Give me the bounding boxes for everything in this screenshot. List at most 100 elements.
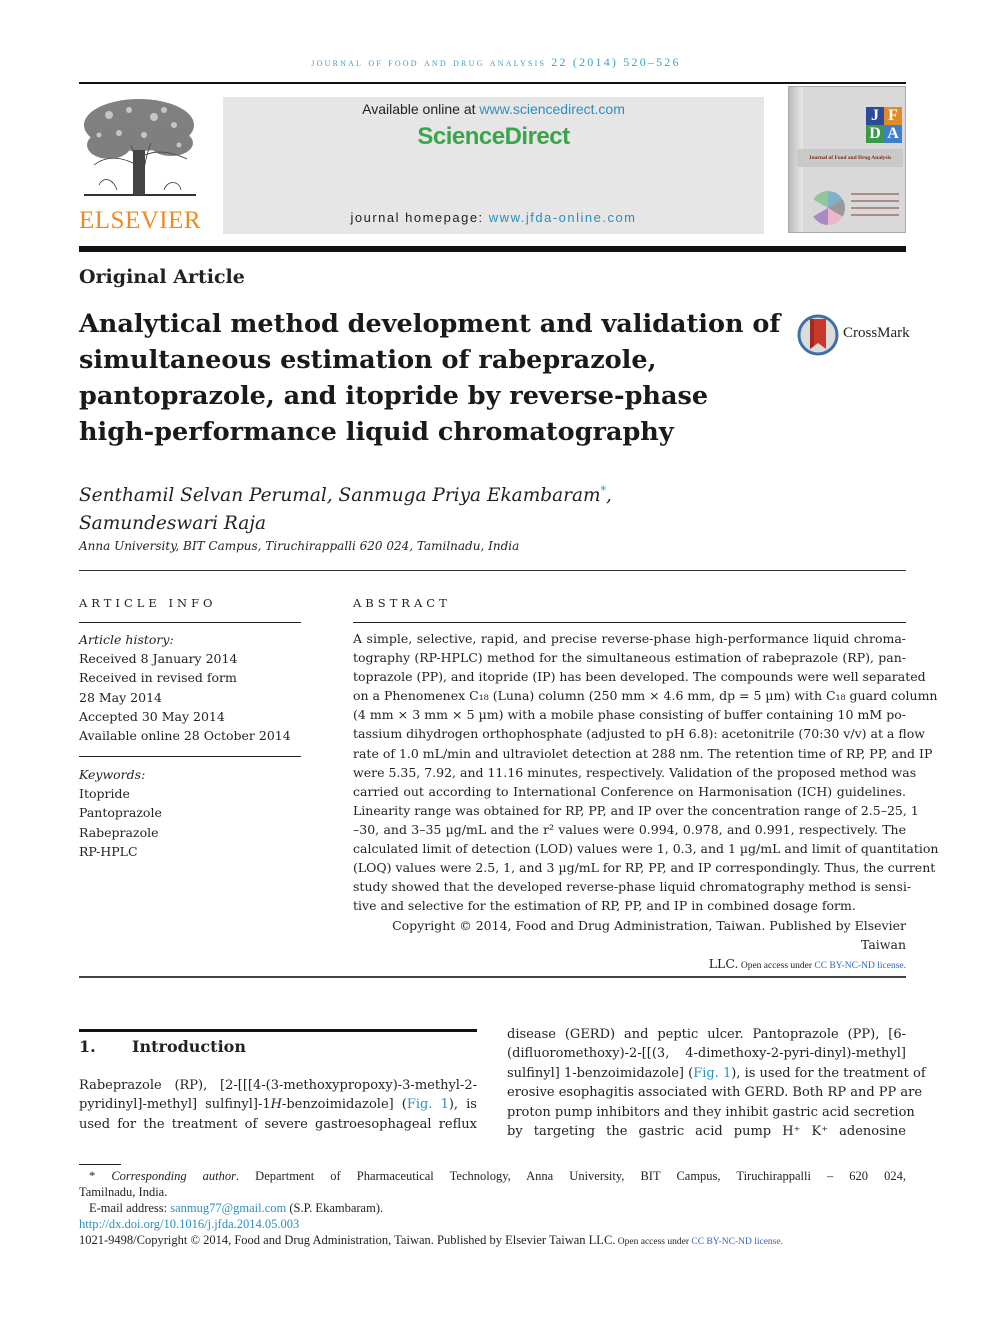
abstract-heading: ABSTRACT: [353, 596, 451, 610]
history-item: Received 8 January 2014: [79, 651, 238, 667]
journal-homepage-link[interactable]: www.jfda-online.com: [489, 210, 637, 225]
fig-1-link[interactable]: Fig. 1: [693, 1066, 731, 1081]
divider: [79, 622, 301, 623]
open-access-text: Open access under: [738, 961, 815, 972]
email-footnote: E-mail address: sanmug77@gmail.com (S.P.…: [79, 1200, 906, 1216]
masthead-rule: [79, 246, 906, 252]
intro-rule: [79, 1029, 477, 1032]
journal-homepage: journal homepage: www.jfda-online.com: [223, 210, 764, 225]
footnotes: * Corresponding author. Department of Ph…: [79, 1168, 906, 1250]
abstract-line: tassium dihydrogen orthophosphate (adjus…: [353, 726, 925, 742]
title-line: pantoprazole, and itopride by reverse-ph…: [79, 381, 709, 411]
cover-letter-j: J: [866, 107, 884, 125]
article-type: Original Article: [79, 266, 245, 288]
section-heading-introduction: 1. Introduction: [79, 1037, 246, 1056]
section-number: 1.: [79, 1037, 96, 1056]
article-history: Article history: Received 8 January 2014…: [79, 630, 291, 745]
divider: [79, 570, 906, 571]
abstract-line: A simple, selective, rapid, and precise …: [353, 631, 906, 646]
body-line: proton pump inhibitors and they inhibit …: [507, 1104, 915, 1120]
keyword: Pantoprazole: [79, 805, 162, 821]
keyword: Itopride: [79, 786, 130, 802]
sciencedirect-link[interactable]: www.sciencedirect.com: [479, 101, 625, 117]
abstract-line: carried out according to International C…: [353, 783, 906, 799]
body-line: Rabeprazole (RP), [2-[[[4-(3-methoxyprop…: [79, 1078, 477, 1093]
copyright-line: LLC.: [708, 956, 739, 972]
abstract-line: on a Phenomenex C₁₈ (Luna) column (250 m…: [353, 688, 938, 704]
corresponding-text-cont: Tamilnadu, India.: [79, 1185, 168, 1199]
affiliation: Anna University, BIT Campus, Tiruchirapp…: [79, 539, 520, 553]
elsevier-logo[interactable]: ELSEVIER: [79, 95, 201, 235]
email-label: E-mail address:: [89, 1201, 171, 1215]
abstract-line: Linearity range was obtained for RP, PP,…: [353, 802, 919, 818]
footnote-marker: *: [89, 1169, 96, 1183]
tree-icon: [84, 99, 196, 196]
homepage-prefix: journal homepage:: [350, 210, 489, 225]
section-title: Introduction: [132, 1037, 246, 1056]
keywords: Keywords: Itopride Pantoprazole Rabepraz…: [79, 765, 162, 861]
license-link[interactable]: CC BY-NC-ND license.: [814, 961, 906, 971]
body-line: erosive esophagitis associated with GERD…: [507, 1085, 923, 1101]
cover-title-band: Journal of Food and Drug Analysis: [797, 149, 903, 167]
email-link[interactable]: sanmug77@gmail.com: [170, 1201, 286, 1215]
cover-letter-f: F: [884, 107, 902, 125]
abstract-line: toprazole (PP), and itopride (IP) has be…: [353, 669, 926, 685]
keyword: Rabeprazole: [79, 824, 159, 840]
body-line: (difluoromethoxy)-2-[[(3, 4-dimethoxy-2-…: [507, 1046, 906, 1062]
abstract-line: were 5.35, 7.92, and 11.16 minutes, resp…: [353, 764, 917, 780]
history-item: Available online 28 October 2014: [79, 728, 291, 744]
issn-copyright: 1021-9498/Copyright © 2014, Food and Dru…: [79, 1232, 906, 1250]
available-online-text: Available online at www.sciencedirect.co…: [223, 101, 764, 117]
sciencedirect-banner: Available online at www.sciencedirect.co…: [223, 97, 764, 234]
doi-link[interactable]: http://dx.doi.org/10.1016/j.jfda.2014.05…: [79, 1216, 906, 1232]
divider: [353, 622, 906, 623]
issn-copyright-text: 1021-9498/Copyright © 2014, Food and Dru…: [79, 1233, 616, 1247]
title-line: simultaneous estimation of rabeprazole,: [79, 345, 657, 375]
body-line: used for the treatment of severe gastroe…: [79, 1116, 477, 1132]
crossmark-button[interactable]: CrossMark: [797, 313, 910, 357]
title-line: Analytical method development and valida…: [79, 309, 781, 339]
abstract-line: tive and selective for the estimation of…: [353, 898, 856, 914]
abstract-body: A simple, selective, rapid, and precise …: [353, 629, 939, 915]
abstract-line: (4 mm × 3 mm × 5 µm) with a mobile phase…: [353, 707, 906, 723]
fig-1-link[interactable]: Fig. 1: [407, 1097, 449, 1112]
corresponding-footnote: * Corresponding author. Department of Ph…: [79, 1168, 906, 1184]
journal-cover-thumbnail[interactable]: J F D A Journal of Food and Drug Analysi…: [788, 86, 906, 233]
abstract-line: calculated limit of detection (LOD) valu…: [353, 841, 939, 857]
section-divider: [79, 976, 906, 978]
intro-right-column: disease (GERD) and peptic ulcer. Pantopr…: [507, 1025, 926, 1141]
body-line: by targeting the gastric acid pump H⁺ K⁺…: [507, 1124, 906, 1140]
title-line: high-performance liquid chromatography: [79, 417, 674, 447]
running-head: Journal of Food and Drug Analysis 22 (20…: [311, 55, 681, 69]
cover-letter-a: A: [884, 125, 902, 143]
authors-line: Samundeswari Raja: [79, 513, 267, 535]
authors-comma: ,: [606, 485, 612, 507]
divider: [79, 756, 301, 757]
crossmark-icon: [797, 314, 839, 356]
authors-line: Senthamil Selvan Perumal, Sanmuga Priya …: [79, 485, 601, 507]
history-item: Accepted 30 May 2014: [79, 708, 225, 724]
crossmark-label: CrossMark: [843, 325, 910, 341]
license-link[interactable]: CC BY-NC-ND license.: [691, 1237, 783, 1247]
cover-graphic: [811, 191, 845, 225]
body-line: sulfinyl] 1-benzoimidazole] (Fig. 1), is…: [507, 1065, 926, 1081]
cover-toc-lines: [851, 193, 899, 221]
header-rule: [79, 82, 906, 84]
open-access-text: Open access under: [615, 1237, 692, 1247]
history-label: Article history:: [79, 632, 174, 647]
corresponding-label: Corresponding author: [111, 1169, 236, 1183]
email-owner: (S.P. Ekambaram).: [286, 1201, 384, 1215]
copyright-line: Copyright © 2014, Food and Drug Administ…: [392, 918, 906, 953]
abstract-line: –30, and 3–35 µg/mL and the r² values we…: [353, 821, 906, 837]
intro-left-column: Rabeprazole (RP), [2-[[[4-(3-methoxyprop…: [79, 1076, 477, 1134]
article-info-heading: ARTICLE INFO: [79, 596, 217, 610]
abstract-copyright: Copyright © 2014, Food and Drug Administ…: [353, 916, 906, 976]
corresponding-text: . Department of Pharmaceutical Technolog…: [235, 1169, 907, 1183]
history-item: 28 May 2014: [79, 689, 162, 705]
history-item: Received in revised form: [79, 670, 237, 686]
elsevier-wordmark: ELSEVIER: [79, 207, 202, 234]
keyword: RP-HPLC: [79, 843, 138, 859]
sciencedirect-logo[interactable]: ScienceDirect: [223, 123, 764, 151]
article-title: Analytical method development and valida…: [79, 306, 781, 450]
abstract-line: study showed that the developed reverse-…: [353, 879, 912, 895]
